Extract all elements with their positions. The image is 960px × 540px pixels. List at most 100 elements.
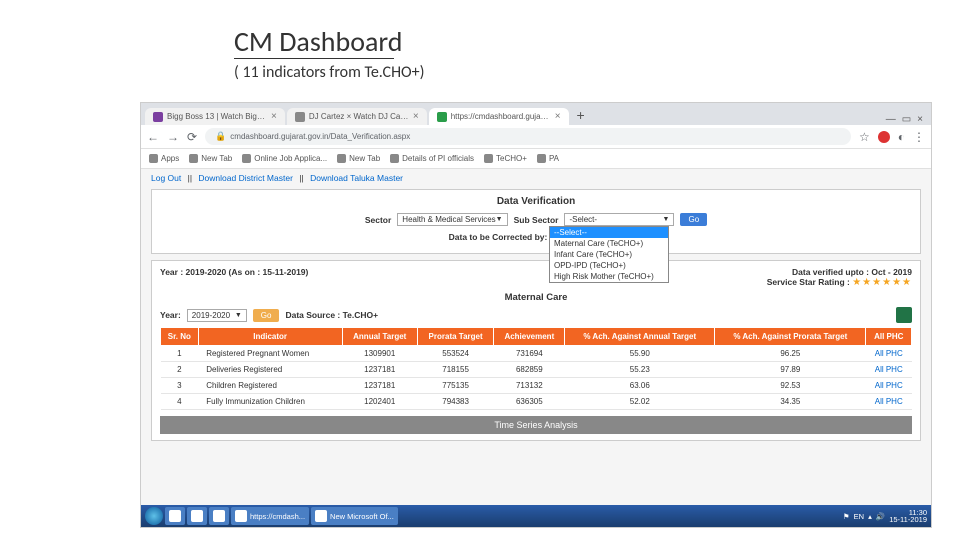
star-rating-icon: ★★★★★★: [852, 277, 912, 288]
all-phc-link[interactable]: All PHC: [866, 394, 912, 410]
tray-flag-icon[interactable]: ⚑: [843, 512, 850, 521]
all-phc-link[interactable]: All PHC: [866, 362, 912, 378]
col-header: Achievement: [494, 328, 565, 346]
globe-icon: [337, 154, 346, 163]
taskbar-app[interactable]: https://cmdash...: [231, 507, 309, 525]
bookmark-item[interactable]: PA: [537, 154, 559, 163]
ie-icon: [169, 510, 181, 522]
windows-taskbar: https://cmdash... New Microsoft Of... ⚑ …: [141, 505, 931, 527]
extension-icon[interactable]: [878, 131, 890, 143]
dropdown-option[interactable]: Maternal Care (TeCHO+): [550, 238, 668, 249]
tab-label: Bigg Boss 13 | Watch Bigg Boss: [167, 112, 267, 121]
profile-icon[interactable]: ◐: [898, 130, 905, 144]
system-tray: ⚑ EN ▴ 🔊 11:30 15-11-2019: [843, 509, 927, 524]
corrected-by-label: Data to be Corrected by:: [449, 232, 548, 242]
bookmark-item[interactable]: New Tab: [189, 154, 232, 163]
tray-network-icon[interactable]: 🔊: [876, 512, 885, 521]
close-icon[interactable]: ×: [271, 111, 277, 122]
card-title: Data Verification: [160, 196, 912, 207]
tab-label: DJ Cartez × Watch DJ Cartez D: [309, 112, 409, 121]
taskbar-app[interactable]: [209, 507, 229, 525]
tab-item-active[interactable]: https://cmdashboard.gujarat.go ×: [429, 108, 569, 125]
dropdown-option[interactable]: High Risk Mother (TeCHO+): [550, 271, 668, 282]
bookmark-item[interactable]: Online Job Applica...: [242, 154, 327, 163]
close-icon[interactable]: ×: [555, 111, 561, 122]
all-phc-link[interactable]: All PHC: [866, 378, 912, 394]
logout-link[interactable]: Log Out: [151, 173, 181, 183]
subsector-select[interactable]: -Select-▼: [564, 213, 674, 226]
table-row: 4Fully Immunization Children120240179438…: [161, 394, 912, 410]
bookmarks-bar: Apps New Tab Online Job Applica... New T…: [141, 149, 931, 169]
sector-select[interactable]: Health & Medical Services▼: [397, 213, 507, 226]
table-row: 2Deliveries Registered123718171815568285…: [161, 362, 912, 378]
apps-icon: [149, 154, 158, 163]
explorer-icon: [191, 510, 203, 522]
bookmark-item[interactable]: Details of PI officials: [390, 154, 474, 163]
browser-window: Bigg Boss 13 | Watch Bigg Boss × DJ Carte…: [140, 102, 932, 528]
tray-lang[interactable]: EN: [854, 512, 864, 521]
tab-strip: Bigg Boss 13 | Watch Bigg Boss × DJ Carte…: [141, 103, 931, 125]
chevron-down-icon: ▼: [235, 312, 242, 319]
tab-item[interactable]: DJ Cartez × Watch DJ Cartez D ×: [287, 108, 427, 125]
year-select[interactable]: 2019-2020▼: [187, 309, 247, 322]
globe-icon: [189, 154, 198, 163]
close-icon[interactable]: ×: [413, 111, 419, 122]
subsector-dropdown: --Select-- Maternal Care (TeCHO+) Infant…: [549, 226, 669, 283]
table-row: 1Registered Pregnant Women13099015535247…: [161, 346, 912, 362]
forward-icon[interactable]: →: [167, 130, 179, 144]
title-underline: [234, 58, 394, 59]
go-button-2[interactable]: Go: [253, 309, 280, 322]
minimize-icon[interactable]: —: [886, 114, 896, 125]
tab-item[interactable]: Bigg Boss 13 | Watch Bigg Boss ×: [145, 108, 285, 125]
globe-icon: [242, 154, 251, 163]
col-header: % Ach. Against Annual Target: [565, 328, 715, 346]
taskbar-app[interactable]: New Microsoft Of...: [311, 507, 398, 525]
bookmark-star-icon[interactable]: ☆: [859, 130, 870, 144]
close-window-icon[interactable]: ×: [917, 114, 923, 125]
col-header: Indicator: [198, 328, 342, 346]
download-taluka-link[interactable]: Download Taluka Master: [310, 173, 403, 183]
menu-icon[interactable]: ⋮: [913, 130, 925, 144]
bookmark-item[interactable]: Apps: [149, 154, 179, 163]
sector-label: Sector: [365, 215, 391, 225]
start-button[interactable]: [145, 507, 163, 525]
tray-clock[interactable]: 11:30 15-11-2019: [889, 509, 927, 524]
tray-chevron-icon[interactable]: ▴: [868, 512, 872, 521]
back-icon[interactable]: ←: [147, 130, 159, 144]
bookmark-item[interactable]: New Tab: [337, 154, 380, 163]
section-title: Maternal Care: [160, 292, 912, 303]
top-links: Log Out || Download District Master || D…: [151, 173, 921, 183]
verification-card: Year : 2019-2020 (As on : 15-11-2019) Da…: [151, 260, 921, 441]
dropdown-option[interactable]: Infant Care (TeCHO+): [550, 249, 668, 260]
chevron-down-icon: ▼: [663, 216, 670, 223]
download-district-link[interactable]: Download District Master: [198, 173, 292, 183]
year-select-label: Year:: [160, 310, 181, 320]
url-input[interactable]: 🔒 cmdashboard.gujarat.gov.in/Data_Verifi…: [205, 128, 851, 145]
time-series-button[interactable]: Time Series Analysis: [160, 416, 912, 434]
year-asof: Year : 2019-2020 (As on : 15-11-2019): [160, 267, 308, 288]
subsector-label: Sub Sector: [514, 215, 559, 225]
dropdown-option[interactable]: OPD-IPD (TeCHO+): [550, 260, 668, 271]
taskbar-app[interactable]: [165, 507, 185, 525]
col-header: % Ach. Against Prorata Target: [715, 328, 866, 346]
verified-upto: Data verified upto : Oct - 2019: [767, 267, 912, 277]
page-content: Log Out || Download District Master || D…: [141, 169, 931, 505]
table-row: 3Children Registered12371817751357131326…: [161, 378, 912, 394]
word-icon: [213, 510, 225, 522]
chrome-icon: [235, 510, 247, 522]
taskbar-app[interactable]: [187, 507, 207, 525]
maximize-icon[interactable]: ▭: [902, 114, 911, 125]
excel-export-icon[interactable]: [896, 307, 912, 323]
tab-label: https://cmdashboard.gujarat.go: [451, 112, 551, 121]
reload-icon[interactable]: ⟳: [187, 130, 197, 144]
globe-icon: [390, 154, 399, 163]
dropdown-option[interactable]: --Select--: [550, 227, 668, 238]
url-text: cmdashboard.gujarat.gov.in/Data_Verifica…: [230, 132, 410, 141]
chevron-down-icon: ▼: [496, 216, 503, 223]
bookmark-item[interactable]: TeCHO+: [484, 154, 527, 163]
rating-label: Service Star Rating :: [767, 277, 850, 287]
new-tab-button[interactable]: +: [571, 105, 591, 125]
all-phc-link[interactable]: All PHC: [866, 346, 912, 362]
go-button[interactable]: Go: [680, 213, 707, 226]
col-header: All PHC: [866, 328, 912, 346]
